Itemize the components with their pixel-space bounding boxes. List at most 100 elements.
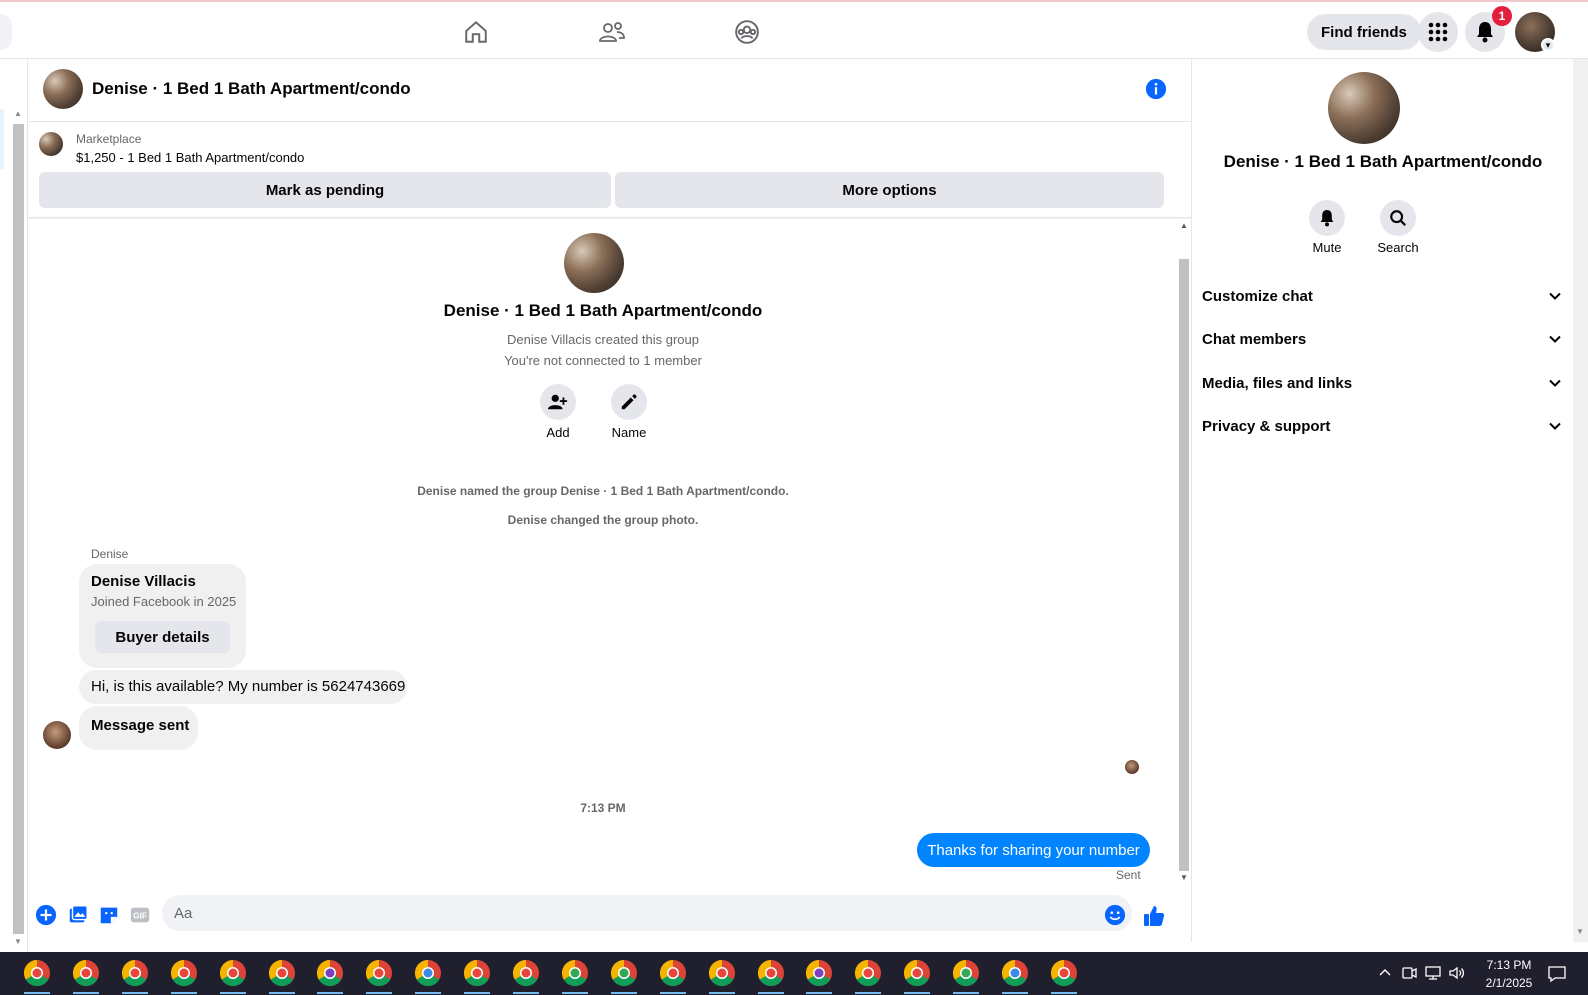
marketplace-listing-bar: Marketplace $1,250 - 1 Bed 1 Bath Apartm…	[29, 122, 1191, 218]
thumbs-up-icon[interactable]	[1142, 904, 1166, 928]
chat-header: Denise · 1 Bed 1 Bath Apartment/condo	[29, 59, 1191, 122]
taskbar-chrome-window-icon[interactable]	[71, 958, 101, 994]
taskbar-chrome-window-icon[interactable]	[315, 958, 345, 994]
taskbar-chrome-window-icon[interactable]	[658, 958, 688, 994]
taskbar-chrome-window-icon[interactable]	[413, 958, 443, 994]
left-scroll-thumb[interactable]	[13, 124, 24, 934]
group-avatar[interactable]	[43, 69, 83, 109]
section-chat-members[interactable]: Chat members	[1202, 319, 1562, 359]
search-field-stub[interactable]	[0, 14, 12, 50]
home-icon[interactable]	[460, 16, 492, 48]
section-privacy-support[interactable]: Privacy & support	[1202, 406, 1562, 446]
search-icon	[1390, 210, 1406, 226]
message-scrollbar[interactable]: ▲ ▼	[1177, 219, 1191, 894]
taskbar-chrome-window-icon[interactable]	[902, 958, 932, 994]
taskbar-chrome-window-icon[interactable]	[120, 958, 150, 994]
message-input[interactable]: Aa	[162, 895, 1132, 931]
gif-icon[interactable]: GIF	[129, 904, 151, 926]
chevron-up-icon[interactable]	[1376, 964, 1394, 982]
network-icon[interactable]	[1424, 964, 1442, 982]
clock-time: 7:13 PM	[1486, 958, 1532, 972]
taskbar-chrome-window-icon[interactable]	[364, 958, 394, 994]
scroll-down-arrow-icon[interactable]: ▼	[1576, 927, 1584, 936]
search-label: Search	[1377, 240, 1419, 255]
card-subtitle: Joined Facebook in 2025	[91, 594, 237, 609]
mute-label: Mute	[1312, 240, 1342, 255]
sender-name: Denise	[91, 547, 129, 561]
taskbar-chrome-window-icon[interactable]	[22, 958, 52, 994]
bell-icon	[1320, 210, 1334, 227]
scroll-down-arrow-icon[interactable]: ▼	[1180, 873, 1188, 882]
menu-grid-button[interactable]	[1418, 12, 1458, 52]
more-options-button[interactable]: More options	[615, 172, 1164, 208]
rename-group-button[interactable]	[611, 384, 647, 420]
name-label: Name	[611, 425, 647, 440]
notification-badge: 1	[1492, 6, 1512, 26]
chevron-down-icon	[1549, 379, 1561, 387]
taskbar-chrome-window-icon[interactable]	[511, 958, 541, 994]
taskbar-chrome-window-icon[interactable]	[462, 958, 492, 994]
left-panel-scrollbar[interactable]: ▲ ▼	[0, 59, 28, 952]
photo-icon[interactable]	[67, 904, 89, 926]
sticker-icon[interactable]	[98, 904, 120, 926]
taskbar-chrome-window-icon[interactable]	[756, 958, 786, 994]
taskbar-chrome-window-icon[interactable]	[804, 958, 834, 994]
section-label: Customize chat	[1202, 287, 1313, 305]
taskbar-chrome-window-icon[interactable]	[560, 958, 590, 994]
card-name: Denise Villacis	[91, 573, 196, 590]
friends-icon[interactable]	[596, 16, 628, 48]
buyer-details-button[interactable]: Buyer details	[95, 621, 230, 653]
emoji-icon[interactable]	[1104, 904, 1126, 926]
left-panel-edge	[0, 109, 4, 169]
message-text: Message sent	[91, 717, 190, 734]
notification-center-icon[interactable]	[1547, 964, 1567, 984]
sent-message-bubble[interactable]: Thanks for sharing your number	[917, 833, 1150, 867]
find-friends-button[interactable]: Find friends	[1307, 14, 1421, 50]
clock-date: 2/1/2025	[1485, 976, 1533, 990]
section-customize-chat[interactable]: Customize chat	[1202, 276, 1562, 316]
chevron-down-icon	[1549, 335, 1561, 343]
section-media-files-links[interactable]: Media, files and links	[1202, 363, 1562, 403]
scroll-up-arrow-icon[interactable]: ▲	[14, 109, 22, 118]
mark-as-pending-button[interactable]: Mark as pending	[39, 172, 611, 208]
chevron-down-icon[interactable]: ▾	[1541, 38, 1555, 52]
chevron-down-icon	[1549, 292, 1561, 300]
taskbar-chrome-window-icon[interactable]	[169, 958, 199, 994]
listing-title[interactable]: $1,250 - 1 Bed 1 Bath Apartment/condo	[76, 150, 304, 165]
system-clock[interactable]: 7:13 PM 2/1/2025	[1474, 956, 1544, 992]
group-created-text: Denise Villacis created this group	[507, 332, 699, 347]
scroll-down-arrow-icon[interactable]: ▼	[14, 937, 22, 946]
taskbar-chrome-window-icon[interactable]	[1049, 958, 1079, 994]
grid-icon	[1428, 22, 1448, 42]
mute-button[interactable]	[1309, 200, 1345, 236]
group-intro-avatar	[564, 233, 624, 293]
chevron-down-icon	[1549, 422, 1561, 430]
search-button[interactable]	[1380, 200, 1416, 236]
taskbar-chrome-window-icon[interactable]	[707, 958, 737, 994]
volume-icon[interactable]	[1448, 964, 1466, 982]
add-member-button[interactable]	[540, 384, 576, 420]
taskbar-chrome-window-icon[interactable]	[218, 958, 248, 994]
taskbar-chrome-window-icon[interactable]	[951, 958, 981, 994]
meet-now-icon[interactable]	[1400, 964, 1418, 982]
bell-icon	[1477, 22, 1493, 43]
chat-title[interactable]: Denise · 1 Bed 1 Bath Apartment/condo	[92, 79, 411, 99]
message-scroll-thumb[interactable]	[1179, 259, 1189, 871]
scroll-up-arrow-icon[interactable]: ▲	[1180, 221, 1188, 230]
section-label: Privacy & support	[1202, 417, 1331, 435]
system-message-photo: Denise changed the group photo.	[507, 513, 699, 527]
listing-thumbnail[interactable]	[39, 132, 63, 156]
message-bubble[interactable]: Message sent	[79, 706, 198, 750]
groups-icon[interactable]	[731, 16, 763, 48]
taskbar-chrome-window-icon[interactable]	[609, 958, 639, 994]
conversation-details-panel: Denise · 1 Bed 1 Bath Apartment/condo Mu…	[1191, 59, 1573, 942]
taskbar-chrome-window-icon[interactable]	[267, 958, 297, 994]
taskbar-chrome-window-icon[interactable]	[1000, 958, 1030, 994]
message-bubble[interactable]: Hi, is this available? My number is 5624…	[79, 670, 407, 704]
plus-icon[interactable]	[35, 904, 57, 926]
taskbar-chrome-window-icon[interactable]	[853, 958, 883, 994]
page-scrollbar[interactable]: ▼	[1573, 59, 1588, 942]
sidebar-group-avatar[interactable]	[1328, 72, 1400, 144]
sender-avatar[interactable]	[43, 721, 71, 749]
info-icon[interactable]	[1145, 78, 1167, 100]
